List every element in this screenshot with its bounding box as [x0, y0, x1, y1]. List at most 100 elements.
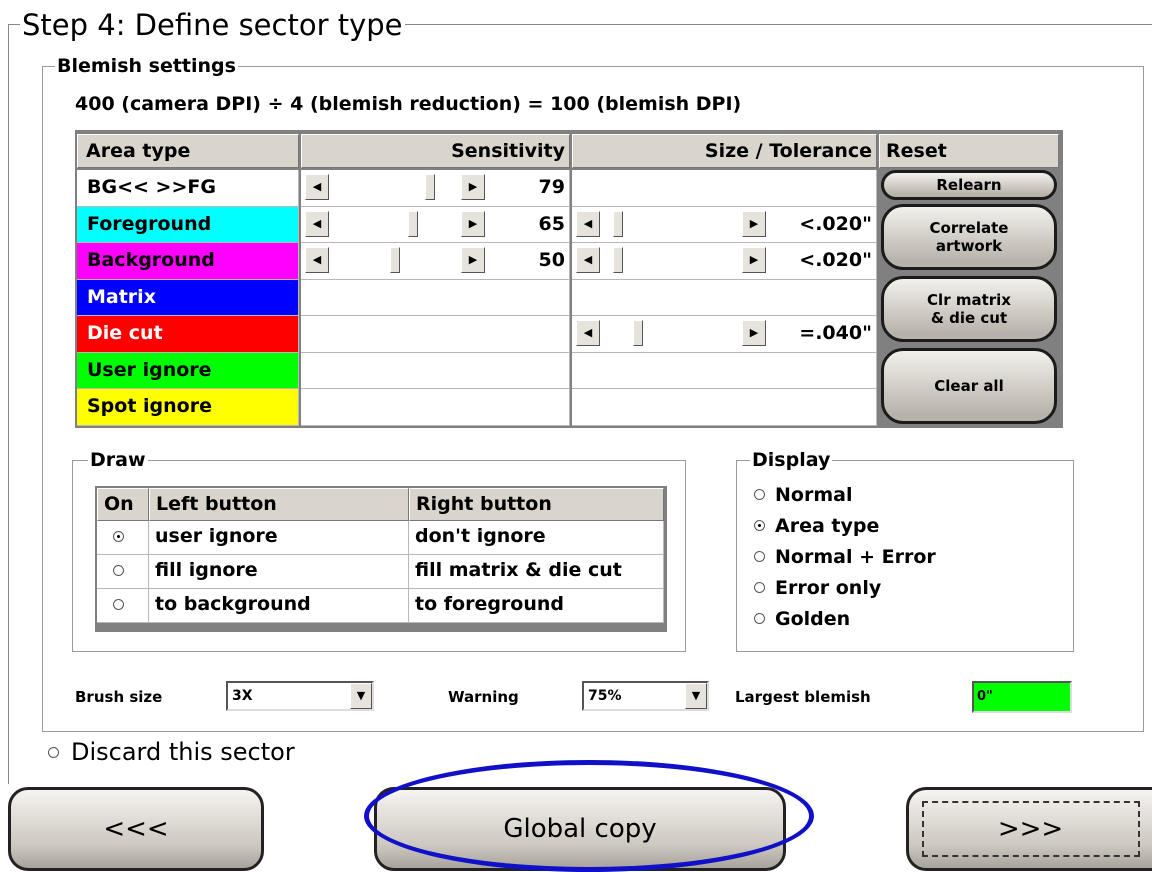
- display-radio[interactable]: [754, 613, 765, 624]
- size-slider[interactable]: ◀ ▶: [576, 247, 766, 273]
- sensitivity-cell: ◀ ▶ 65: [301, 206, 570, 243]
- brush-size-label: Brush size: [75, 688, 163, 706]
- next-button[interactable]: >>>: [906, 787, 1152, 871]
- size-tolerance-cell: [572, 352, 877, 389]
- blemish-settings-legend: Blemish settings: [55, 54, 238, 78]
- display-radio[interactable]: [754, 582, 765, 593]
- brush-size-select[interactable]: 3X ▼: [226, 681, 374, 711]
- slider-thumb[interactable]: [613, 247, 624, 273]
- size-tolerance-cell: ◀ ▶ <.020": [572, 243, 877, 280]
- draw-row-radio-cell[interactable]: [97, 589, 149, 623]
- scroll-right-icon[interactable]: ▶: [742, 320, 766, 346]
- clear-matrix-die-cut-button[interactable]: Clr matrix & die cut: [881, 276, 1057, 342]
- size-tolerance-cell: [572, 170, 877, 207]
- discard-sector-option[interactable]: Discard this sector: [48, 738, 295, 766]
- size-value: <.020": [799, 212, 872, 235]
- sensitivity-value: 65: [538, 212, 565, 235]
- scroll-left-icon[interactable]: ◀: [305, 247, 329, 273]
- display-option-normal-error[interactable]: Normal + Error: [754, 546, 936, 568]
- sensitivity-cell: [301, 279, 570, 316]
- step-frame-left-line: [8, 24, 9, 784]
- draw-header-left: Left button: [149, 488, 409, 521]
- draw-legend: Draw: [88, 448, 148, 472]
- display-radio[interactable]: [754, 489, 765, 500]
- draw-header-right: Right button: [409, 488, 664, 521]
- warning-select[interactable]: 75% ▼: [582, 681, 709, 711]
- sensitivity-value: 50: [538, 249, 565, 271]
- scroll-left-icon[interactable]: ◀: [576, 210, 600, 237]
- area-type-matrix: Matrix: [77, 279, 299, 316]
- draw-radio[interactable]: [113, 599, 124, 610]
- sensitivity-slider[interactable]: ◀ ▶: [305, 247, 485, 273]
- display-option-normal[interactable]: Normal: [754, 484, 852, 506]
- sensitivity-slider[interactable]: ◀ ▶: [305, 210, 485, 237]
- previous-button[interactable]: <<<: [8, 787, 264, 871]
- scroll-right-icon[interactable]: ▶: [742, 210, 766, 237]
- draw-radio[interactable]: [113, 531, 124, 542]
- brush-size-value: 3X: [232, 688, 253, 704]
- scroll-left-icon[interactable]: ◀: [305, 174, 329, 200]
- chevron-down-icon[interactable]: ▼: [350, 683, 372, 709]
- display-option-label: Normal + Error: [775, 546, 936, 568]
- discard-radio[interactable]: [48, 747, 59, 758]
- draw-row-radio-cell[interactable]: [97, 521, 149, 555]
- display-option-golden[interactable]: Golden: [754, 608, 850, 630]
- chevron-down-icon[interactable]: ▼: [685, 683, 707, 709]
- display-option-label: Error only: [775, 577, 882, 599]
- draw-left-action: fill ignore: [149, 555, 409, 589]
- area-type-die-cut: Die cut: [77, 316, 299, 353]
- slider-thumb[interactable]: [425, 174, 436, 200]
- scroll-right-icon[interactable]: ▶: [461, 210, 485, 237]
- display-legend: Display: [750, 448, 833, 472]
- header-reset: Reset: [879, 134, 1059, 168]
- size-value: =.040": [799, 322, 872, 344]
- scroll-right-icon[interactable]: ▶: [742, 247, 766, 273]
- slider-thumb[interactable]: [408, 210, 419, 237]
- draw-right-action: don't ignore: [409, 521, 664, 555]
- size-tolerance-cell: ◀ ▶ =.040": [572, 316, 877, 353]
- display-option-area-type[interactable]: Area type: [754, 515, 879, 537]
- display-option-label: Area type: [775, 515, 880, 537]
- display-option-label: Normal: [775, 484, 853, 506]
- global-copy-button[interactable]: Global copy: [374, 787, 786, 871]
- dpi-formula: 400 (camera DPI) ÷ 4 (blemish reduction)…: [75, 93, 742, 115]
- warning-label: Warning: [448, 688, 519, 706]
- scroll-right-icon[interactable]: ▶: [461, 174, 485, 200]
- sensitivity-cell: ◀ ▶ 79: [301, 170, 570, 207]
- draw-right-action: to foreground: [409, 589, 664, 623]
- scroll-left-icon[interactable]: ◀: [305, 210, 329, 237]
- scroll-right-icon[interactable]: ▶: [461, 247, 485, 273]
- largest-blemish-label: Largest blemish: [735, 688, 871, 706]
- display-radio[interactable]: [754, 520, 765, 531]
- slider-thumb[interactable]: [633, 320, 643, 346]
- size-slider[interactable]: ◀ ▶: [576, 210, 766, 237]
- sensitivity-cell: [301, 316, 570, 353]
- draw-left-action: to background: [149, 589, 409, 623]
- area-type-table: Area type Sensitivity Size / Tolerance R…: [75, 130, 1063, 428]
- size-tolerance-cell: [572, 389, 877, 426]
- draw-radio[interactable]: [113, 565, 124, 576]
- relearn-button[interactable]: Relearn: [881, 170, 1057, 200]
- size-slider[interactable]: ◀ ▶: [576, 320, 766, 346]
- scroll-left-icon[interactable]: ◀: [576, 247, 600, 273]
- display-radio[interactable]: [754, 551, 765, 562]
- display-option-error-only[interactable]: Error only: [754, 577, 881, 599]
- step-title: Step 4: Define sector type: [20, 8, 405, 42]
- scroll-left-icon[interactable]: ◀: [576, 320, 600, 346]
- size-value: <.020": [799, 249, 872, 271]
- clear-all-button[interactable]: Clear all: [881, 348, 1057, 424]
- slider-thumb[interactable]: [390, 247, 400, 273]
- slider-thumb[interactable]: [613, 210, 624, 237]
- sensitivity-cell: ◀ ▶ 50: [301, 243, 570, 280]
- header-size-tolerance: Size / Tolerance: [572, 134, 877, 168]
- size-tolerance-cell: [572, 279, 877, 316]
- sensitivity-slider[interactable]: ◀ ▶: [305, 174, 485, 200]
- draw-right-action: fill matrix & die cut: [409, 555, 664, 589]
- sensitivity-value: 79: [538, 176, 565, 198]
- correlate-artwork-button[interactable]: Correlate artwork: [881, 204, 1057, 270]
- next-button-focus: >>>: [921, 801, 1140, 857]
- area-type-foreground: Foreground: [77, 206, 299, 243]
- draw-row-radio-cell[interactable]: [97, 555, 149, 589]
- draw-left-action: user ignore: [149, 521, 409, 555]
- largest-blemish-value: 0": [972, 681, 1072, 713]
